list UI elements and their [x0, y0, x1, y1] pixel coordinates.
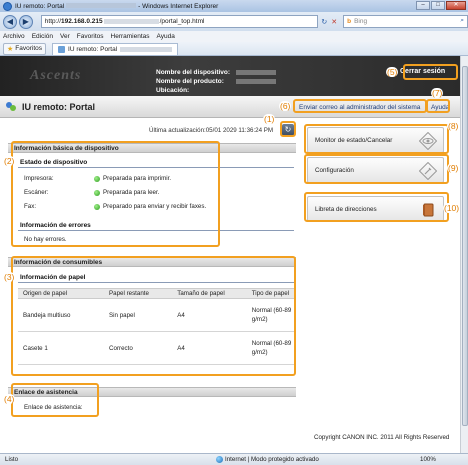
annotation-box-5 — [403, 64, 458, 80]
annotation-box-7 — [426, 99, 450, 113]
star-icon: ★ — [7, 45, 14, 53]
annotation-4: (4) — [3, 394, 16, 404]
menu-ayuda[interactable]: Ayuda — [157, 33, 175, 40]
browser-tab[interactable]: IU remoto: Portal — [52, 42, 179, 55]
stop-icon[interactable]: ✕ — [331, 18, 337, 26]
forward-button[interactable]: ▶ — [18, 14, 33, 29]
portal-icon — [6, 102, 16, 111]
menu-archivo[interactable]: Archivo — [3, 33, 25, 40]
annotation-box-6 — [293, 99, 427, 113]
menu-ver[interactable]: Ver — [60, 33, 70, 40]
annotation-box-4 — [11, 383, 99, 417]
refresh-page-icon[interactable]: ↻ — [321, 18, 327, 26]
window-title: IU remoto: Portal - Windows Internet Expl… — [15, 2, 219, 10]
annotation-box-10 — [304, 192, 449, 222]
annotation-8: (8) — [447, 121, 460, 131]
annotation-7: (7) — [431, 88, 444, 98]
annotation-box-1 — [280, 121, 296, 137]
last-update-text: Última actualización:05/01 2029 11:36:24… — [149, 127, 274, 134]
favorites-bar: ★ Favoritos IU remoto: Portal — [0, 42, 468, 56]
copyright-text: Copyright CANON INC. 2011 All Rights Res… — [314, 434, 450, 441]
url-field[interactable]: http://192.168.0.215/portal_top.html — [40, 15, 319, 28]
page-scrollbar[interactable] — [460, 56, 468, 453]
annotation-3: (3) — [3, 272, 16, 282]
bing-icon: b — [347, 18, 352, 25]
browser-statusbar: Listo Internet | Modo protegido activado… — [0, 453, 468, 465]
globe-icon — [216, 456, 223, 463]
page-title: IU remoto: Portal — [22, 102, 96, 112]
security-zone[interactable]: Internet | Modo protegido activado — [216, 456, 319, 463]
favorites-button[interactable]: ★ Favoritos — [3, 42, 47, 55]
menu-herramientas[interactable]: Herramientas — [111, 33, 150, 40]
address-toolbar: ◀ ▶ http://192.168.0.215/portal_top.html… — [0, 12, 468, 31]
annotation-2: (2) — [3, 156, 16, 166]
search-input[interactable]: b Bing ⌕ — [343, 15, 468, 28]
ie-icon — [3, 1, 12, 11]
device-info: Nombre del dispositivo: Nombre del produ… — [156, 68, 276, 95]
annotation-9: (9) — [447, 163, 460, 173]
maximize-button[interactable]: □ — [431, 1, 445, 10]
menu-edicion[interactable]: Edición — [32, 33, 53, 40]
close-window-button[interactable]: ✕ — [446, 1, 466, 10]
zoom-level[interactable]: 100% — [420, 456, 436, 463]
scroll-thumb[interactable] — [462, 66, 468, 426]
tab-favicon-icon — [58, 45, 66, 53]
status-ready: Listo — [5, 456, 19, 463]
menu-bar: Archivo Edición Ver Favoritos Herramient… — [0, 31, 468, 42]
menu-favoritos[interactable]: Favoritos — [77, 33, 104, 40]
minimize-button[interactable]: – — [416, 1, 430, 10]
annotation-box-9 — [304, 154, 449, 184]
annotation-box-3 — [11, 256, 296, 376]
window-titlebar: IU remoto: Portal - Windows Internet Expl… — [0, 0, 468, 12]
search-icon[interactable]: ⌕ — [460, 17, 464, 25]
back-button[interactable]: ◀ — [3, 14, 17, 29]
annotation-10: (10) — [443, 203, 461, 213]
annotation-1: (1) — [263, 114, 276, 124]
annotation-6: (6) — [279, 101, 292, 111]
brand-logo: Ascents — [30, 68, 82, 83]
annotation-5: (5) — [386, 67, 399, 77]
annotation-box-8 — [304, 124, 449, 154]
annotation-box-2 — [11, 141, 220, 247]
